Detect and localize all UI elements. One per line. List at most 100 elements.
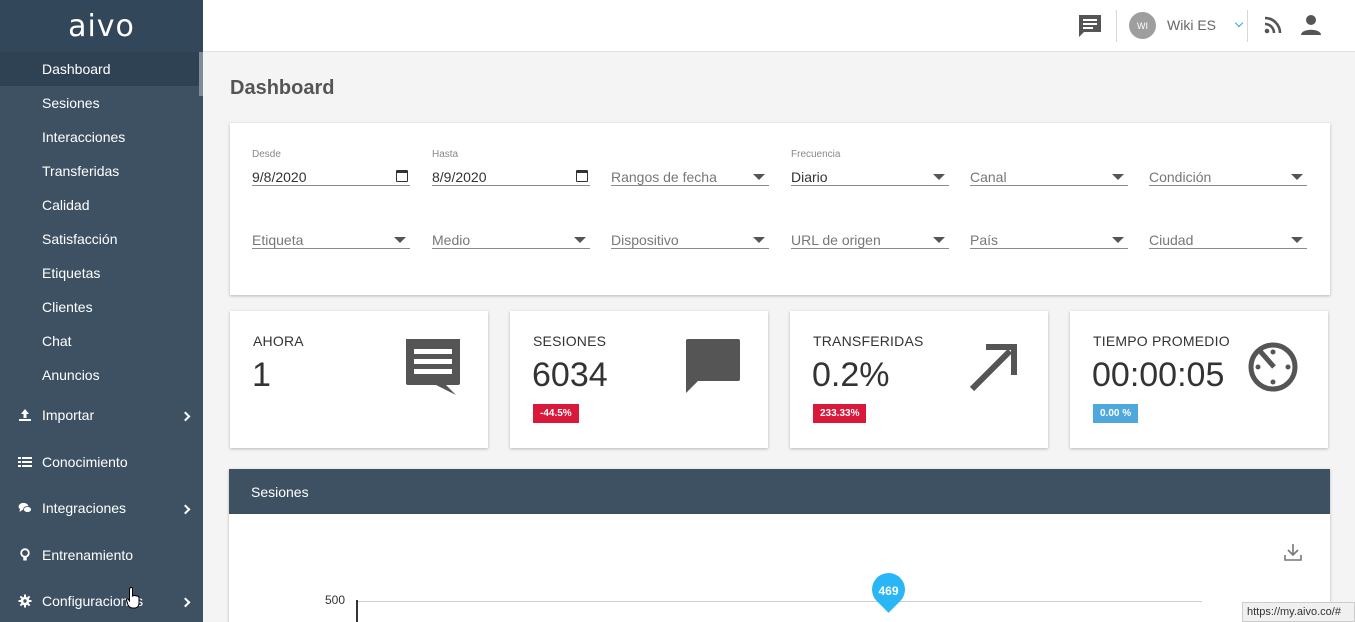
sidebar-section-label: Entrenamiento — [42, 546, 134, 563]
sidebar-item-label: Etiquetas — [42, 265, 101, 281]
sidebar-item-chat[interactable]: Chat — [0, 324, 203, 358]
canal-select[interactable]: Canal — [970, 150, 1128, 186]
change-badge: 233.33% — [813, 404, 867, 423]
hand-cursor-icon — [126, 587, 140, 609]
field-label: Frecuencia — [791, 149, 841, 160]
y-axis — [356, 600, 358, 622]
sidebar-item-label: Clientes — [42, 299, 93, 315]
field-placeholder: URL de origen — [791, 232, 881, 248]
sidebar-item-label: Calidad — [42, 197, 90, 213]
user-icon[interactable] — [1299, 13, 1323, 37]
sidebar-section-label: Conocimiento — [42, 453, 128, 470]
field-placeholder: Condición — [1149, 169, 1212, 185]
etiqueta-select[interactable]: Etiqueta — [252, 213, 410, 249]
stat-value: 1 — [252, 356, 271, 394]
chevron-right-icon — [180, 504, 191, 515]
field-placeholder: Canal — [970, 169, 1007, 185]
hasta-date-field[interactable]: Hasta 8/9/2020 — [432, 149, 590, 186]
dropdown-arrow-icon — [1112, 174, 1124, 180]
avatar[interactable]: WI — [1129, 12, 1156, 39]
frecuencia-select[interactable]: Frecuencia Diario — [791, 149, 949, 186]
sidebar-section-label: Integraciones — [42, 500, 127, 517]
page-title: Dashboard — [230, 77, 335, 99]
dropdown-arrow-icon — [753, 237, 765, 243]
pais-select[interactable]: País — [970, 213, 1128, 249]
field-placeholder: Ciudad — [1149, 232, 1194, 248]
grid-line — [357, 601, 1202, 602]
message-icon[interactable] — [1077, 13, 1103, 39]
dropdown-arrow-icon — [933, 174, 945, 180]
field-placeholder: Rangos de fecha — [611, 169, 717, 185]
stat-value: 6034 — [532, 356, 608, 394]
sidebar-item-label: Sesiones — [42, 95, 100, 111]
stat-card-ahora: AHORA 1 — [230, 311, 488, 448]
desde-date-field[interactable]: Desde 9/8/2020 — [252, 149, 410, 186]
field-placeholder: Medio — [432, 232, 471, 248]
sessions-chart-header: Sesiones — [229, 469, 1330, 514]
rangos-de-fecha-select[interactable]: Rangos de fecha — [611, 150, 769, 186]
ciudad-select[interactable]: Ciudad — [1149, 213, 1307, 249]
divider — [1247, 10, 1248, 42]
sidebar-section-integraciones[interactable]: Integraciones — [0, 485, 203, 532]
sidebar-item-satisfaccion[interactable]: Satisfacción — [0, 222, 203, 256]
sidebar-item-anuncios[interactable]: Anuncios — [0, 358, 203, 392]
chevron-right-icon — [180, 411, 191, 422]
dropdown-arrow-icon — [394, 237, 406, 243]
sidebar-item-calidad[interactable]: Calidad — [0, 188, 203, 222]
rss-icon[interactable] — [1263, 15, 1283, 35]
logo-text: aivo — [68, 8, 135, 44]
dropdown-arrow-icon — [574, 237, 586, 243]
field-value: 9/8/2020 — [252, 169, 307, 185]
workspace-selector[interactable]: Wiki ES — [1167, 17, 1216, 33]
field-placeholder: Etiqueta — [252, 232, 304, 248]
sidebar-item-clientes[interactable]: Clientes — [0, 290, 203, 324]
sidebar-item-label: Dashboard — [42, 61, 111, 77]
sidebar-section-conocimiento[interactable]: Conocimiento — [0, 439, 203, 486]
field-label: Hasta — [432, 149, 459, 160]
sidebar-scrollbar[interactable] — [199, 52, 203, 96]
calendar-icon[interactable] — [396, 170, 408, 182]
field-value: 8/9/2020 — [432, 169, 487, 185]
dropdown-arrow-icon — [1291, 174, 1303, 180]
field-placeholder: País — [970, 232, 999, 248]
sidebar-item-label: Transferidas — [42, 163, 120, 179]
lightbulb-icon — [18, 548, 32, 562]
sidebar-section-label: Importar — [42, 407, 95, 424]
url-origen-select[interactable]: URL de origen — [791, 213, 949, 249]
sidebar-section-importar[interactable]: Importar — [0, 392, 203, 439]
chevron-down-icon[interactable] — [1234, 18, 1244, 28]
dropdown-arrow-icon — [1112, 237, 1124, 243]
dropdown-arrow-icon — [753, 174, 765, 180]
calendar-icon[interactable] — [576, 170, 588, 182]
medio-select[interactable]: Medio — [432, 213, 590, 249]
logo[interactable]: aivo — [0, 0, 203, 52]
download-icon[interactable] — [1284, 543, 1302, 561]
peak-marker-label: 469 — [878, 584, 899, 598]
upload-icon — [18, 408, 32, 422]
dropdown-arrow-icon — [933, 237, 945, 243]
y-tick-label: 500 — [325, 593, 346, 607]
sidebar-item-etiquetas[interactable]: Etiquetas — [0, 256, 203, 290]
stat-label: SESIONES — [533, 333, 607, 349]
sidebar-item-label: Satisfacción — [42, 231, 118, 247]
stat-value: 00:00:05 — [1092, 356, 1225, 394]
sidebar-section-configuraciones[interactable]: Configuraciones — [0, 578, 203, 622]
condicion-select[interactable]: Condición — [1149, 150, 1307, 186]
status-bar-url: https://my.aivo.co/# — [1242, 602, 1355, 622]
dropdown-arrow-icon — [1291, 237, 1303, 243]
timer-icon — [1248, 342, 1298, 392]
sidebar-item-transferidas[interactable]: Transferidas — [0, 154, 203, 188]
chart-title: Sesiones — [251, 483, 309, 500]
sessions-chart-card: Sesiones 500 469 — [229, 469, 1330, 622]
dispositivo-select[interactable]: Dispositivo — [611, 213, 769, 249]
stat-label: AHORA — [253, 333, 304, 349]
divider — [1116, 10, 1117, 42]
sidebar-item-dashboard[interactable]: Dashboard — [0, 52, 203, 86]
sidebar: aivo Dashboard Sesiones Interacciones Tr… — [0, 0, 203, 622]
sidebar-item-interacciones[interactable]: Interacciones — [0, 120, 203, 154]
sidebar-item-sesiones[interactable]: Sesiones — [0, 86, 203, 120]
filters-panel: Desde 9/8/2020 Hasta 8/9/2020 Rangos de … — [230, 123, 1330, 295]
stat-card-tiempo-promedio: TIEMPO PROMEDIO 00:00:05 0.00 % — [1070, 311, 1328, 448]
change-badge: -44.5% — [533, 404, 579, 423]
sidebar-section-entrenamiento[interactable]: Entrenamiento — [0, 532, 203, 579]
